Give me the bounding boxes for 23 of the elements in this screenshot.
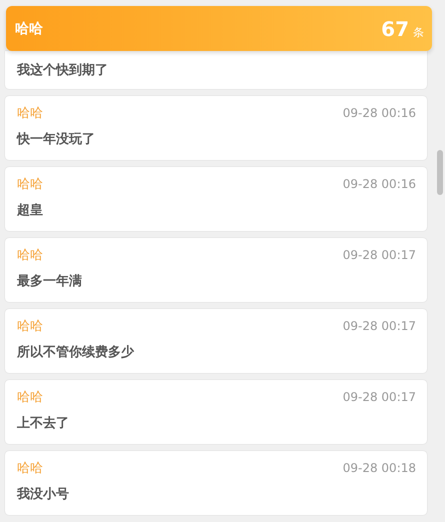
sender-name: 哈哈 xyxy=(17,460,43,477)
sender-name: 哈哈 xyxy=(17,389,43,406)
message-text: 最多一年满 xyxy=(17,273,83,290)
message-text: 我这个快到期了 xyxy=(17,62,109,79)
scrollbar-thumb[interactable] xyxy=(437,150,443,195)
sender-name: 哈哈 xyxy=(17,247,43,264)
count-unit: 条 xyxy=(413,24,424,40)
message-time: 09-28 00:16 xyxy=(342,177,416,191)
message-text: 所以不管你续费多少 xyxy=(17,344,136,361)
message-text: 超皇 xyxy=(17,202,44,219)
message-text: 上不去了 xyxy=(17,415,70,432)
message-text: 我没小号 xyxy=(17,486,70,503)
message-time: 09-28 00:16 xyxy=(342,106,416,120)
sender-name: 哈哈 xyxy=(17,105,43,122)
message-text: 快一年没玩了 xyxy=(17,131,96,148)
sender-name: 哈哈 xyxy=(17,176,43,193)
message-count: 67 xyxy=(381,16,409,40)
message-time: 09-28 00:17 xyxy=(342,248,416,262)
chat-title: 哈哈 xyxy=(15,20,43,38)
message-time: 09-28 00:17 xyxy=(342,319,416,333)
message-time: 09-28 00:17 xyxy=(342,390,416,404)
message-time: 09-28 00:18 xyxy=(342,461,416,475)
sender-name: 哈哈 xyxy=(17,318,43,335)
